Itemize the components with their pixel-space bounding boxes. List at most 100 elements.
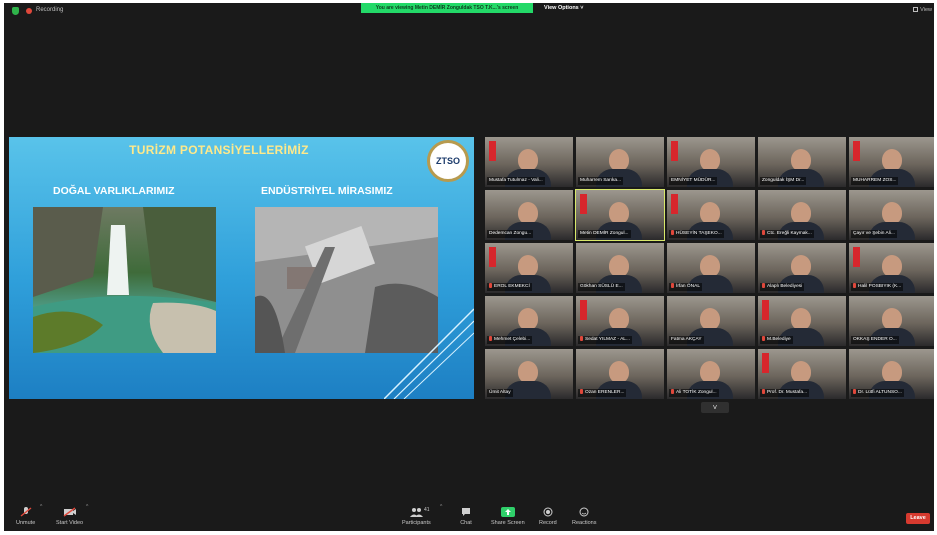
video-options-caret-icon[interactable]: ^ [86, 504, 88, 510]
record-icon [543, 507, 553, 517]
gallery-next-page-button[interactable]: ˅ [701, 402, 729, 413]
participant-tile[interactable]: Mustafa Tutulmaz - Vali... [485, 137, 573, 187]
participant-name-text: HÜSEYİN TAŞEKO... [676, 231, 722, 236]
participant-name-text: Sedat YILMAZ - AL... [585, 337, 630, 342]
participant-tile[interactable]: Ctc. Ereğli Kaymak... [758, 190, 846, 240]
participant-name-text: İrfan ÖNAL [676, 284, 700, 289]
meeting-toolbar: Unmute ^ Start Video ^ 41 Participants ^ [4, 501, 934, 531]
recording-icon [26, 8, 32, 14]
participant-name: Sedat YILMAZ - AL... [578, 336, 632, 344]
participants-count: 41 [424, 507, 430, 513]
muted-mic-icon [489, 283, 492, 288]
participant-name-text: Ali TOTİK Zongul... [676, 390, 717, 395]
participant-tile[interactable]: HÜSEYİN TAŞEKO... [667, 190, 755, 240]
participant-name-text: Dr. Lütfi ALTUNSO... [858, 390, 902, 395]
participant-name-text: Alaplı Belediyesi [767, 284, 803, 289]
participant-tile[interactable]: Zonguldak İŞM Dr... [758, 137, 846, 187]
unmute-label: Unmute [16, 520, 36, 526]
audio-options-caret-icon[interactable]: ^ [40, 504, 42, 510]
camera-off-icon [63, 507, 76, 517]
participant-name: MUHARREM ZOS... [851, 177, 899, 185]
logo-text: ZTSO [436, 156, 460, 166]
share-screen-label: Share Screen [491, 520, 525, 526]
chat-button[interactable]: Chat [459, 507, 473, 526]
muted-mic-icon [762, 230, 765, 235]
participant-name: EMNİYET MÜDÜR... [669, 177, 718, 185]
muted-mic-icon [580, 389, 583, 394]
participant-name: Çayır ve Şebin Ali... [851, 230, 897, 238]
participant-tile[interactable]: M.Belediye [758, 296, 846, 346]
participant-tile[interactable]: EMNİYET MÜDÜR... [667, 137, 755, 187]
participant-name: Fatma AKÇAY [669, 336, 704, 344]
participant-tile[interactable]: Ozan ERENLER... [576, 349, 664, 399]
participant-tile[interactable]: Ali TOTİK Zongul... [667, 349, 755, 399]
chat-bubble-icon [462, 508, 470, 516]
view-options-button[interactable]: View Options ˅ [544, 5, 583, 11]
participant-name: Gökhan SÜSLÜ E... [578, 283, 625, 291]
unmute-button[interactable]: Unmute [16, 507, 35, 526]
participant-name: Ozan ERENLER... [578, 389, 627, 397]
participant-tile[interactable]: Ümit Altay [485, 349, 573, 399]
participant-tile[interactable]: Halil POSBIYIK (K... [849, 243, 934, 293]
reactions-button[interactable]: Reactions [572, 507, 596, 526]
participant-tile[interactable]: Muharrem Sarıka... [576, 137, 664, 187]
participant-name: Ctc. Ereğli Kaymak... [760, 230, 814, 238]
participant-name-text: Ozan ERENLER... [585, 390, 625, 395]
shared-screen-slide: TURİZM POTANSİYELLERİMİZ ZTSO DOĞAL VARL… [9, 137, 474, 399]
participant-name: OKKAŞ ENDER O... [851, 336, 899, 344]
participant-tile[interactable]: Mehmet Çelebi... [485, 296, 573, 346]
participant-tile[interactable]: MUHARREM ZOS... [849, 137, 934, 187]
participant-tile[interactable]: Dr. Lütfi ALTUNSO... [849, 349, 934, 399]
participant-name: Mustafa Tutulmaz - Vali... [487, 177, 545, 185]
participants-button[interactable]: 41 Participants [402, 507, 431, 526]
participant-gallery: Mustafa Tutulmaz - Vali... Muharrem Sarı… [485, 137, 934, 413]
chamber-logo: ZTSO [427, 140, 469, 182]
participant-name: Metin DEMİR Zongul... [578, 230, 631, 238]
security-shield-icon[interactable] [12, 7, 19, 15]
participant-tile[interactable]: İrfan ÖNAL [667, 243, 755, 293]
participant-tile[interactable]: EROL EKMEKCİ [485, 243, 573, 293]
participant-name: Muharrem Sarıka... [578, 177, 624, 185]
share-screen-button[interactable]: Share Screen [491, 507, 525, 526]
participant-name: Ali TOTİK Zongul... [669, 389, 719, 397]
active-speaker-tile[interactable]: Metin DEMİR Zongul... [575, 189, 665, 241]
muted-mic-icon [762, 336, 765, 341]
record-button[interactable]: Record [539, 507, 557, 526]
participant-name: Prof. Dr. Mustafa... [760, 389, 809, 397]
participant-tile[interactable]: Alaplı Belediyesi [758, 243, 846, 293]
participant-tile[interactable]: Çayır ve Şebin Ali... [849, 190, 934, 240]
participant-name-text: EROL EKMEKCİ [494, 284, 530, 289]
muted-mic-icon [671, 230, 674, 235]
participant-name-text: Ctc. Ereğli Kaymak... [767, 231, 812, 236]
reactions-label: Reactions [572, 520, 597, 526]
participant-tile[interactable]: Prof. Dr. Mustafa... [758, 349, 846, 399]
muted-mic-icon [853, 389, 856, 394]
waterfall-photo [33, 207, 216, 353]
view-button[interactable]: View [913, 7, 932, 13]
record-label: Record [539, 520, 557, 526]
meeting-top-bar: Recording You are viewing Metin DEMİR Zo… [4, 3, 934, 19]
participant-name-text: Mehmet Çelebi... [494, 337, 531, 342]
participant-tile[interactable]: Fatma AKÇAY [667, 296, 755, 346]
grid-view-icon [913, 7, 919, 12]
decorative-stripes [384, 308, 474, 399]
zoom-meeting-window: Recording You are viewing Metin DEMİR Zo… [4, 3, 934, 531]
muted-mic-icon [762, 283, 765, 288]
screen-share-banner: You are viewing Metin DEMİR Zonguldak TS… [361, 3, 533, 13]
slide-title: TURİZM POTANSİYELLERİMİZ [129, 143, 309, 157]
participant-name: Zonguldak İŞM Dr... [760, 177, 807, 185]
participant-name: Mehmet Çelebi... [487, 336, 533, 344]
microphone-muted-icon [20, 507, 32, 517]
start-video-button[interactable]: Start Video [56, 507, 83, 526]
participant-tile[interactable]: Sedat YILMAZ - AL... [576, 296, 664, 346]
leave-meeting-button[interactable]: Leave [906, 513, 930, 524]
muted-mic-icon [853, 283, 856, 288]
participant-tile[interactable]: Dedemcan Zongu... [485, 190, 573, 240]
participant-name-text: M.Belediye [767, 337, 791, 342]
chat-label: Chat [460, 520, 472, 526]
participant-name-text: Prof. Dr. Mustafa... [767, 390, 807, 395]
participant-tile[interactable]: OKKAŞ ENDER O... [849, 296, 934, 346]
participants-caret-icon[interactable]: ^ [440, 504, 442, 510]
muted-mic-icon [671, 389, 674, 394]
participant-tile[interactable]: Gökhan SÜSLÜ E... [576, 243, 664, 293]
